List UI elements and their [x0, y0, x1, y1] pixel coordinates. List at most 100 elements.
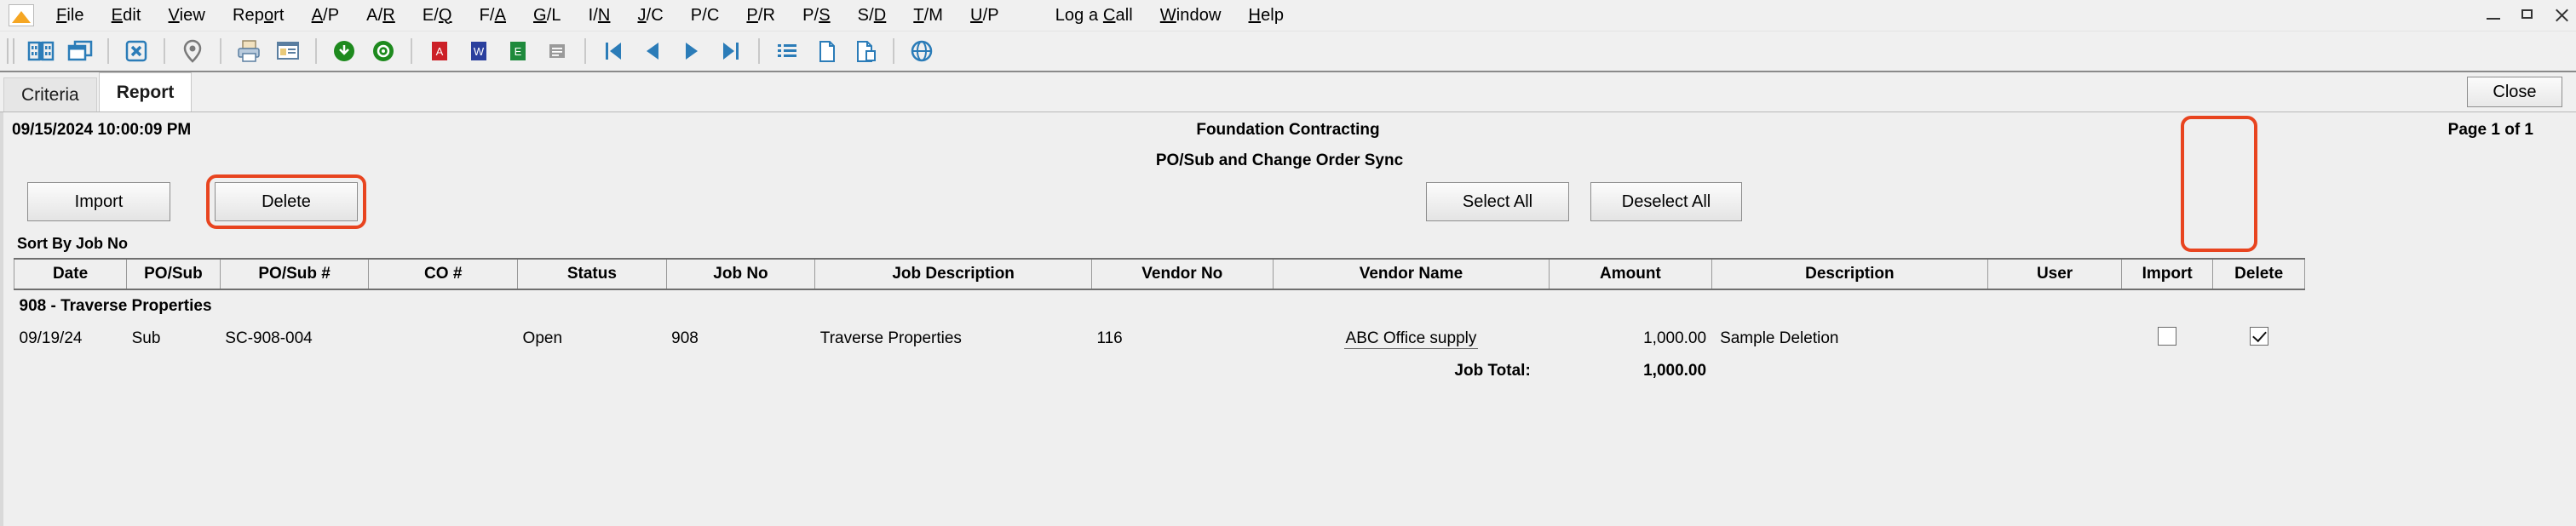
toolbar-grip[interactable] — [7, 38, 14, 64]
window-controls — [2484, 0, 2571, 31]
cell-description: Sample Deletion — [1720, 329, 1839, 347]
book-icon[interactable] — [24, 37, 58, 66]
report-grid: Date PO/Sub PO/Sub # CO # Status Job No … — [13, 258, 2305, 387]
select-all-button[interactable]: Select All — [1426, 182, 1569, 221]
import-button-label: Import — [74, 192, 124, 211]
sort-by-label: Sort By Job No — [17, 235, 129, 252]
export-excel-icon[interactable]: E — [501, 37, 535, 66]
deselect-all-button[interactable]: Deselect All — [1590, 182, 1742, 221]
deselect-all-button-label: Deselect All — [1621, 192, 1711, 211]
report-company: Foundation Contracting — [1196, 121, 1380, 139]
close-button-label: Close — [2493, 82, 2537, 101]
menu-window[interactable]: Window — [1147, 4, 1235, 27]
cell-import-checkbox[interactable] — [2121, 323, 2212, 355]
col-co-number[interactable]: CO # — [368, 258, 519, 290]
col-date[interactable]: Date — [13, 258, 128, 290]
svg-text:W: W — [474, 45, 485, 58]
nav-last-icon[interactable] — [714, 37, 748, 66]
col-po-sub[interactable]: PO/Sub — [126, 258, 221, 290]
menu-pc[interactable]: P/C — [677, 4, 733, 27]
menu-ps[interactable]: P/S — [789, 4, 844, 27]
cell-date: 09/19/24 — [19, 329, 83, 347]
col-import[interactable]: Import — [2120, 258, 2214, 290]
toolbar-separator — [164, 38, 165, 64]
left-edge-bar — [0, 112, 3, 526]
minimize-icon[interactable] — [2484, 6, 2503, 25]
col-vendor-no[interactable]: Vendor No — [1090, 258, 1274, 290]
close-box-icon[interactable] — [119, 37, 153, 66]
map-pin-icon[interactable] — [175, 37, 210, 66]
menu-fa[interactable]: F/A — [466, 4, 520, 27]
menu-log-a-call[interactable]: Log a Call — [1042, 4, 1147, 27]
toolbar-separator — [411, 38, 412, 64]
cell-delete-checkbox[interactable] — [2213, 323, 2305, 355]
close-icon[interactable] — [2552, 6, 2571, 25]
close-button[interactable]: Close — [2467, 77, 2562, 107]
col-amount[interactable]: Amount — [1549, 258, 1712, 290]
menu-view[interactable]: View — [155, 4, 219, 27]
export-pdf-icon[interactable]: A — [423, 37, 457, 66]
cell-job-no: 908 — [671, 329, 699, 347]
report-pane: 09/15/2024 10:00:09 PM Foundation Contra… — [0, 112, 2576, 526]
copy-document-icon[interactable] — [848, 37, 883, 66]
menu-report[interactable]: Report — [219, 4, 298, 27]
delete-checkbox[interactable] — [2249, 327, 2268, 346]
menu-edit[interactable]: Edit — [98, 4, 155, 27]
grid-header-row: Date PO/Sub PO/Sub # CO # Status Job No … — [13, 258, 2305, 290]
print-icon[interactable] — [232, 37, 266, 66]
export-word-icon[interactable]: W — [462, 37, 496, 66]
menu-help[interactable]: Help — [1235, 4, 1298, 27]
col-description[interactable]: Description — [1711, 258, 1989, 290]
menu-gl[interactable]: G/L — [520, 4, 575, 27]
app-logo-icon — [9, 4, 34, 26]
col-job-description[interactable]: Job Description — [814, 258, 1092, 290]
globe-blue-icon[interactable] — [905, 37, 939, 66]
menu-jc[interactable]: J/C — [624, 4, 676, 27]
windows-cascade-icon[interactable] — [63, 37, 97, 66]
table-row[interactable]: 09/19/24 Sub SC-908-004 Open 908 Travers… — [14, 323, 2305, 355]
cell-co-number — [369, 323, 518, 355]
globe-green-icon[interactable] — [366, 37, 400, 66]
cell-po-sub: Sub — [131, 329, 161, 347]
nav-first-icon[interactable] — [596, 37, 630, 66]
menu-in[interactable]: I/N — [575, 4, 624, 27]
group-header-row: 908 - Traverse Properties — [14, 289, 2305, 323]
maximize-icon[interactable] — [2518, 6, 2537, 25]
col-po-sub-number[interactable]: PO/Sub # — [219, 258, 370, 290]
menu-ap[interactable]: A/P — [298, 4, 354, 27]
export-text-icon[interactable] — [540, 37, 574, 66]
menu-eq[interactable]: E/Q — [409, 4, 466, 27]
cell-user — [1988, 323, 2122, 355]
col-vendor-name[interactable]: Vendor Name — [1272, 258, 1550, 290]
tab-bar: Criteria Report Close — [0, 72, 2576, 112]
job-total-label: Job Total: — [1454, 362, 1531, 380]
toolbar-separator — [893, 38, 894, 64]
print-preview-icon[interactable] — [271, 37, 305, 66]
delete-button-label: Delete — [262, 192, 311, 211]
import-button[interactable]: Import — [27, 182, 170, 221]
toolbar-separator — [107, 38, 109, 64]
col-user[interactable]: User — [1987, 258, 2122, 290]
col-status[interactable]: Status — [517, 258, 667, 290]
import-checkbox[interactable] — [2158, 327, 2177, 346]
nav-next-icon[interactable] — [675, 37, 709, 66]
menu-pr[interactable]: P/R — [733, 4, 789, 27]
tab-criteria[interactable]: Criteria — [3, 77, 97, 111]
delete-button[interactable]: Delete — [215, 182, 358, 221]
nav-prev-icon[interactable] — [635, 37, 670, 66]
job-total-value: 1,000.00 — [1643, 362, 1707, 380]
new-document-icon[interactable] — [809, 37, 843, 66]
group-label: 908 - Traverse Properties — [19, 297, 212, 315]
refresh-green-icon[interactable] — [327, 37, 361, 66]
menu-up[interactable]: U/P — [957, 4, 1013, 27]
tab-report[interactable]: Report — [98, 72, 193, 111]
menu-sd[interactable]: S/D — [844, 4, 900, 27]
list-icon[interactable] — [770, 37, 804, 66]
col-delete[interactable]: Delete — [2212, 258, 2305, 290]
menu-file[interactable]: File — [43, 4, 98, 27]
menu-ar[interactable]: A/R — [353, 4, 409, 27]
col-job-no[interactable]: Job No — [665, 258, 816, 290]
total-row: Job Total: 1,000.00 — [14, 355, 2305, 387]
toolbar-separator — [220, 38, 221, 64]
menu-tm[interactable]: T/M — [900, 4, 957, 27]
